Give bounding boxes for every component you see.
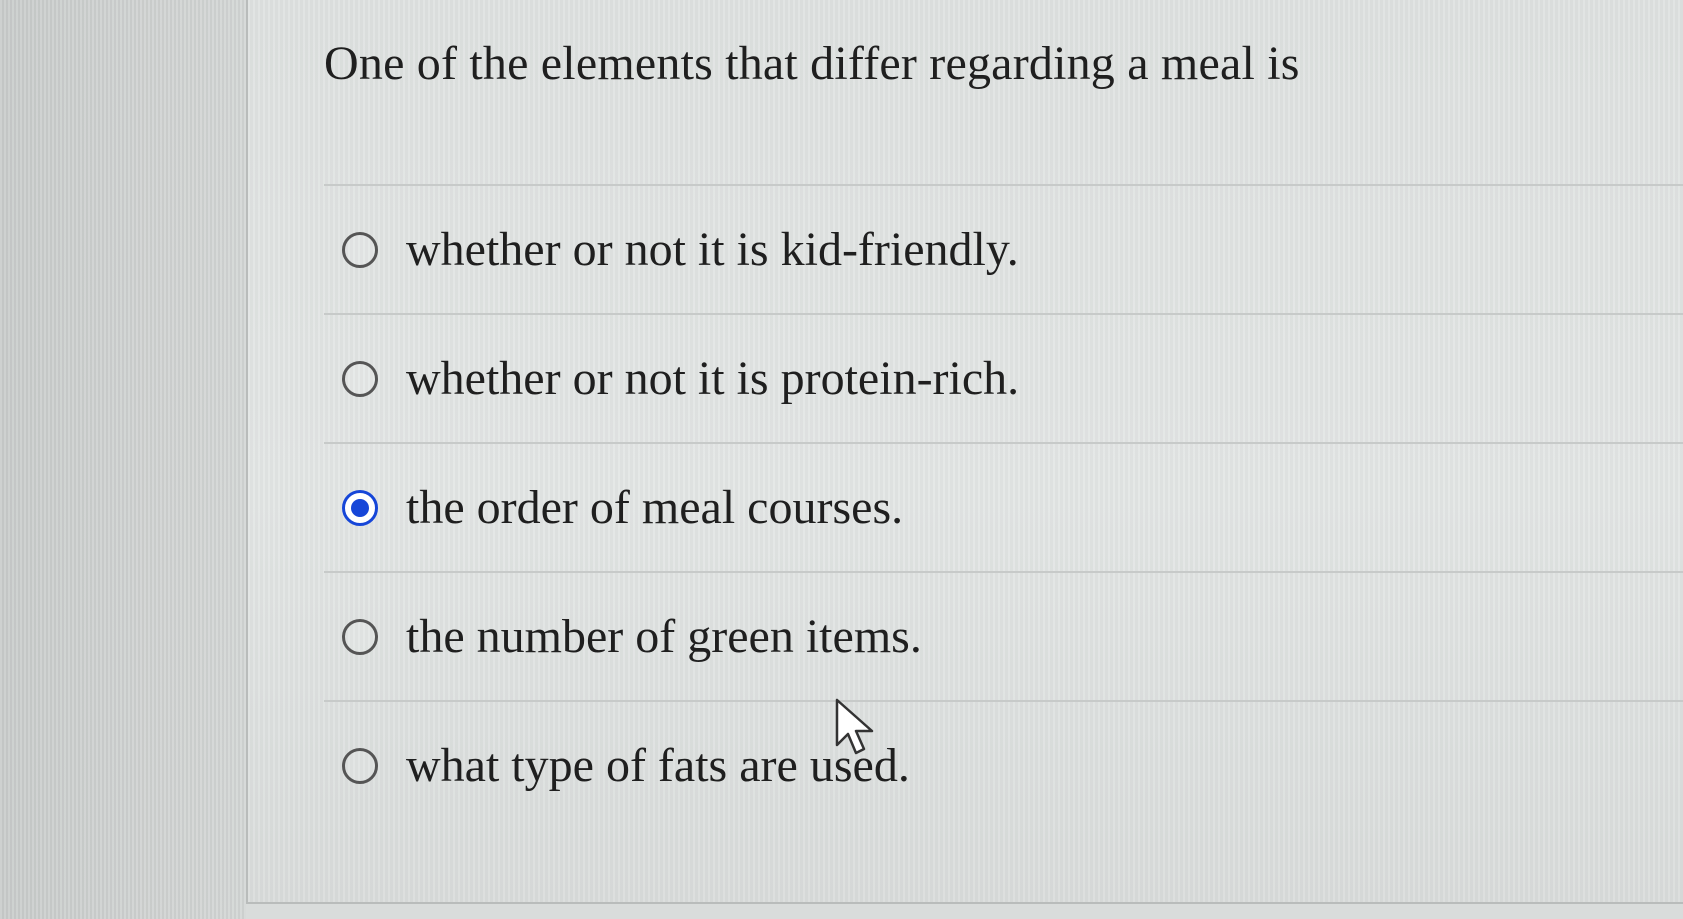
answer-option-label: what type of fats are used. [406,738,910,792]
answer-option[interactable]: what type of fats are used. [324,700,1683,829]
radio-button-icon[interactable] [342,618,378,655]
answer-option[interactable]: the order of meal courses. [324,442,1683,571]
answer-option[interactable]: whether or not it is protein-rich. [324,313,1683,442]
answer-option[interactable]: whether or not it is kid-friendly. [324,184,1683,313]
answer-option-label: whether or not it is protein-rich. [406,351,1020,405]
answer-option-label: whether or not it is kid-friendly. [406,222,1019,276]
radio-button-icon[interactable] [342,231,378,268]
answer-option-label: the number of green items. [406,609,922,663]
radio-button-icon[interactable] [342,360,378,397]
question-text: One of the elements that differ regardin… [324,37,1300,90]
radio-button-icon[interactable] [342,489,378,526]
question-card: One of the elements that differ regardin… [246,0,1683,904]
page-left-margin [0,0,246,919]
answer-options-list: whether or not it is kid-friendly. wheth… [324,184,1683,829]
answer-option-label: the order of meal courses. [406,480,904,534]
answer-option[interactable]: the number of green items. [324,571,1683,700]
radio-button-icon[interactable] [342,747,378,784]
